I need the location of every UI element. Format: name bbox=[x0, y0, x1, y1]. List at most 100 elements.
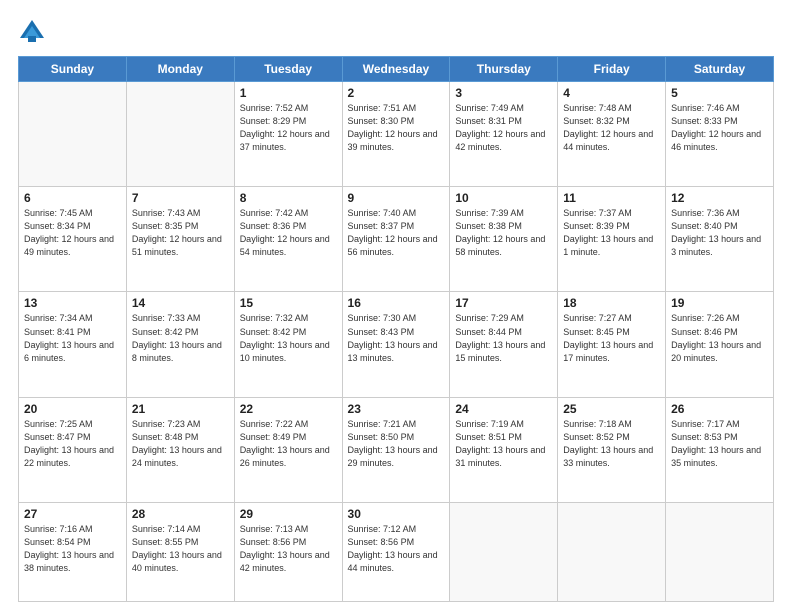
day-number: 13 bbox=[24, 296, 121, 310]
day-number: 14 bbox=[132, 296, 229, 310]
day-info: Sunrise: 7:27 AM Sunset: 8:45 PM Dayligh… bbox=[563, 312, 660, 364]
day-number: 15 bbox=[240, 296, 337, 310]
day-number: 5 bbox=[671, 86, 768, 100]
weekday-header-cell: Saturday bbox=[666, 57, 774, 82]
day-number: 7 bbox=[132, 191, 229, 205]
calendar-cell: 3 Sunrise: 7:49 AM Sunset: 8:31 PM Daylig… bbox=[450, 82, 558, 187]
calendar-cell bbox=[19, 82, 127, 187]
calendar-cell: 26Sunrise: 7:17 AM Sunset: 8:53 PM Dayli… bbox=[666, 397, 774, 502]
calendar-cell: 29 Sunrise: 7:13 AM Sunset: 8:56 PM Dayli… bbox=[234, 502, 342, 601]
calendar-cell: 28 Sunrise: 7:14 AM Sunset: 8:55 PM Dayli… bbox=[126, 502, 234, 601]
day-number: 23 bbox=[348, 402, 445, 416]
calendar-cell: 30 Sunrise: 7:12 AM Sunset: 8:56 PM Dayli… bbox=[342, 502, 450, 601]
weekday-header-cell: Monday bbox=[126, 57, 234, 82]
calendar-cell: 21 Sunrise: 7:23 AM Sunset: 8:48 PM Dayli… bbox=[126, 397, 234, 502]
calendar-cell: 10 Sunrise: 7:39 AM Sunset: 8:38 PM Dayli… bbox=[450, 187, 558, 292]
day-number: 1 bbox=[240, 86, 337, 100]
day-info: Sunrise: 7:30 AM Sunset: 8:43 PM Dayligh… bbox=[348, 312, 445, 364]
calendar-cell: 22 Sunrise: 7:22 AM Sunset: 8:49 PM Dayli… bbox=[234, 397, 342, 502]
calendar-week-row: 13Sunrise: 7:34 AM Sunset: 8:41 PM Dayli… bbox=[19, 292, 774, 397]
day-number: 8 bbox=[240, 191, 337, 205]
calendar-cell: 15 Sunrise: 7:32 AM Sunset: 8:42 PM Dayli… bbox=[234, 292, 342, 397]
day-number: 28 bbox=[132, 507, 229, 521]
calendar-cell bbox=[126, 82, 234, 187]
day-number: 24 bbox=[455, 402, 552, 416]
day-number: 25 bbox=[563, 402, 660, 416]
calendar-cell: 1 Sunrise: 7:52 AM Sunset: 8:29 PM Daylig… bbox=[234, 82, 342, 187]
calendar-week-row: 27Sunrise: 7:16 AM Sunset: 8:54 PM Dayli… bbox=[19, 502, 774, 601]
calendar-cell: 7Sunrise: 7:43 AM Sunset: 8:35 PM Daylig… bbox=[126, 187, 234, 292]
day-number: 9 bbox=[348, 191, 445, 205]
calendar-cell: 18 Sunrise: 7:27 AM Sunset: 8:45 PM Dayli… bbox=[558, 292, 666, 397]
day-number: 21 bbox=[132, 402, 229, 416]
calendar-cell: 5Sunrise: 7:46 AM Sunset: 8:33 PM Daylig… bbox=[666, 82, 774, 187]
calendar-cell: 16 Sunrise: 7:30 AM Sunset: 8:43 PM Dayli… bbox=[342, 292, 450, 397]
calendar-body: 1 Sunrise: 7:52 AM Sunset: 8:29 PM Daylig… bbox=[19, 82, 774, 602]
day-number: 6 bbox=[24, 191, 121, 205]
day-number: 10 bbox=[455, 191, 552, 205]
logo bbox=[18, 18, 50, 46]
day-info: Sunrise: 7:25 AM Sunset: 8:47 PM Dayligh… bbox=[24, 418, 121, 470]
day-info: Sunrise: 7:37 AM Sunset: 8:39 PM Dayligh… bbox=[563, 207, 660, 259]
calendar-cell: 2 Sunrise: 7:51 AM Sunset: 8:30 PM Daylig… bbox=[342, 82, 450, 187]
calendar-cell: 11 Sunrise: 7:37 AM Sunset: 8:39 PM Dayli… bbox=[558, 187, 666, 292]
day-number: 4 bbox=[563, 86, 660, 100]
calendar-week-row: 1 Sunrise: 7:52 AM Sunset: 8:29 PM Daylig… bbox=[19, 82, 774, 187]
day-number: 18 bbox=[563, 296, 660, 310]
day-number: 19 bbox=[671, 296, 768, 310]
calendar-cell: 25 Sunrise: 7:18 AM Sunset: 8:52 PM Dayli… bbox=[558, 397, 666, 502]
weekday-header-cell: Sunday bbox=[19, 57, 127, 82]
calendar-cell bbox=[666, 502, 774, 601]
day-info: Sunrise: 7:29 AM Sunset: 8:44 PM Dayligh… bbox=[455, 312, 552, 364]
day-info: Sunrise: 7:45 AM Sunset: 8:34 PM Dayligh… bbox=[24, 207, 121, 259]
day-info: Sunrise: 7:49 AM Sunset: 8:31 PM Dayligh… bbox=[455, 102, 552, 154]
day-info: Sunrise: 7:36 AM Sunset: 8:40 PM Dayligh… bbox=[671, 207, 768, 259]
day-info: Sunrise: 7:39 AM Sunset: 8:38 PM Dayligh… bbox=[455, 207, 552, 259]
day-number: 20 bbox=[24, 402, 121, 416]
calendar-cell bbox=[558, 502, 666, 601]
day-number: 22 bbox=[240, 402, 337, 416]
day-info: Sunrise: 7:32 AM Sunset: 8:42 PM Dayligh… bbox=[240, 312, 337, 364]
day-number: 30 bbox=[348, 507, 445, 521]
weekday-header-cell: Wednesday bbox=[342, 57, 450, 82]
calendar-cell: 13Sunrise: 7:34 AM Sunset: 8:41 PM Dayli… bbox=[19, 292, 127, 397]
weekday-header-cell: Friday bbox=[558, 57, 666, 82]
day-number: 12 bbox=[671, 191, 768, 205]
day-info: Sunrise: 7:51 AM Sunset: 8:30 PM Dayligh… bbox=[348, 102, 445, 154]
day-info: Sunrise: 7:48 AM Sunset: 8:32 PM Dayligh… bbox=[563, 102, 660, 154]
calendar-week-row: 20 Sunrise: 7:25 AM Sunset: 8:47 PM Dayli… bbox=[19, 397, 774, 502]
day-info: Sunrise: 7:14 AM Sunset: 8:55 PM Dayligh… bbox=[132, 523, 229, 575]
day-info: Sunrise: 7:13 AM Sunset: 8:56 PM Dayligh… bbox=[240, 523, 337, 575]
calendar-table: SundayMondayTuesdayWednesdayThursdayFrid… bbox=[18, 56, 774, 602]
day-number: 27 bbox=[24, 507, 121, 521]
calendar-cell: 8 Sunrise: 7:42 AM Sunset: 8:36 PM Daylig… bbox=[234, 187, 342, 292]
day-info: Sunrise: 7:22 AM Sunset: 8:49 PM Dayligh… bbox=[240, 418, 337, 470]
day-info: Sunrise: 7:52 AM Sunset: 8:29 PM Dayligh… bbox=[240, 102, 337, 154]
day-info: Sunrise: 7:21 AM Sunset: 8:50 PM Dayligh… bbox=[348, 418, 445, 470]
day-info: Sunrise: 7:42 AM Sunset: 8:36 PM Dayligh… bbox=[240, 207, 337, 259]
weekday-header-cell: Thursday bbox=[450, 57, 558, 82]
logo-icon bbox=[18, 18, 46, 46]
day-info: Sunrise: 7:40 AM Sunset: 8:37 PM Dayligh… bbox=[348, 207, 445, 259]
calendar-cell: 17Sunrise: 7:29 AM Sunset: 8:44 PM Dayli… bbox=[450, 292, 558, 397]
calendar-cell: 9 Sunrise: 7:40 AM Sunset: 8:37 PM Daylig… bbox=[342, 187, 450, 292]
day-number: 29 bbox=[240, 507, 337, 521]
calendar-cell: 20 Sunrise: 7:25 AM Sunset: 8:47 PM Dayli… bbox=[19, 397, 127, 502]
calendar-cell: 4 Sunrise: 7:48 AM Sunset: 8:32 PM Daylig… bbox=[558, 82, 666, 187]
calendar-cell: 23 Sunrise: 7:21 AM Sunset: 8:50 PM Dayli… bbox=[342, 397, 450, 502]
calendar-cell: 12 Sunrise: 7:36 AM Sunset: 8:40 PM Dayli… bbox=[666, 187, 774, 292]
day-info: Sunrise: 7:18 AM Sunset: 8:52 PM Dayligh… bbox=[563, 418, 660, 470]
calendar-cell: 24Sunrise: 7:19 AM Sunset: 8:51 PM Dayli… bbox=[450, 397, 558, 502]
day-number: 3 bbox=[455, 86, 552, 100]
day-number: 2 bbox=[348, 86, 445, 100]
day-number: 16 bbox=[348, 296, 445, 310]
day-info: Sunrise: 7:12 AM Sunset: 8:56 PM Dayligh… bbox=[348, 523, 445, 575]
day-info: Sunrise: 7:26 AM Sunset: 8:46 PM Dayligh… bbox=[671, 312, 768, 364]
calendar-cell: 27Sunrise: 7:16 AM Sunset: 8:54 PM Dayli… bbox=[19, 502, 127, 601]
day-number: 26 bbox=[671, 402, 768, 416]
calendar-cell: 14Sunrise: 7:33 AM Sunset: 8:42 PM Dayli… bbox=[126, 292, 234, 397]
day-info: Sunrise: 7:23 AM Sunset: 8:48 PM Dayligh… bbox=[132, 418, 229, 470]
day-number: 11 bbox=[563, 191, 660, 205]
weekday-header-cell: Tuesday bbox=[234, 57, 342, 82]
calendar-cell bbox=[450, 502, 558, 601]
